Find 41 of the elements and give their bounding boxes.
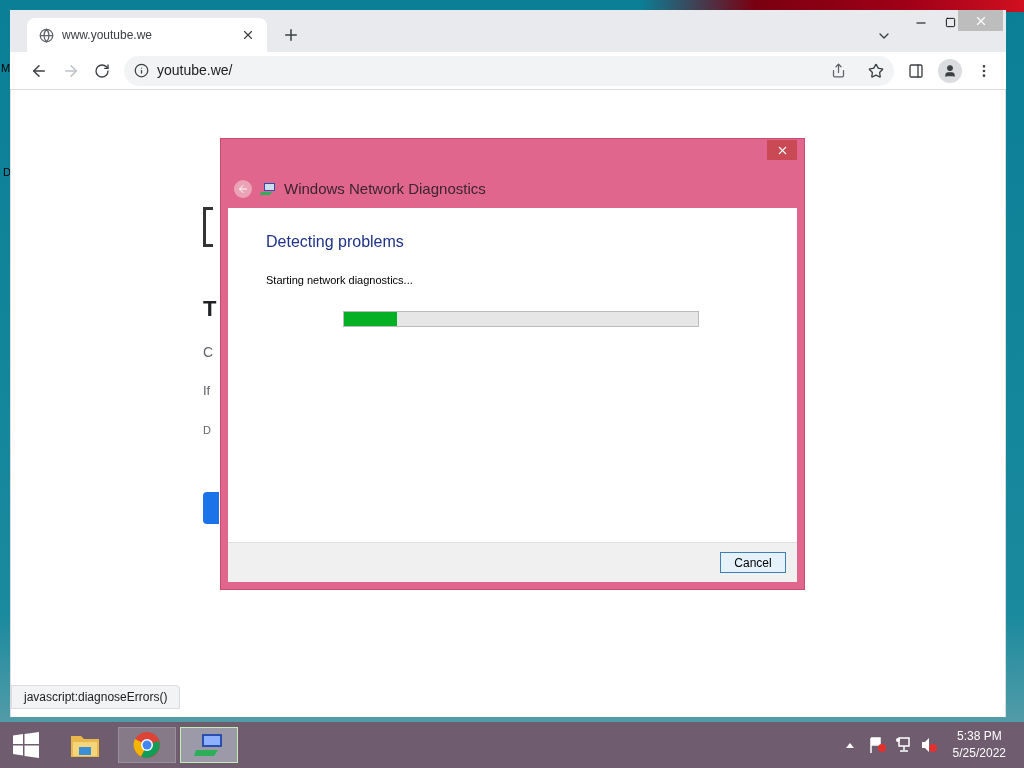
desktop-icon-label: D [3,165,11,180]
side-panel-icon[interactable] [908,62,924,79]
page-text: If [203,384,211,397]
page-text: C [203,345,214,359]
clock-time: 5:38 PM [956,728,1002,745]
close-icon[interactable] [241,28,255,42]
address-bar[interactable]: youtube.we/ [124,55,894,86]
back-icon [237,183,249,196]
browser-logo-icon [133,731,161,759]
network-error-icon[interactable] [894,737,913,753]
dialog-heading: Detecting problems [266,232,405,252]
dialog-title: Windows Network Diagnostics [284,179,486,199]
share-icon[interactable] [831,63,846,78]
globe-icon [39,27,54,43]
maximize-icon[interactable] [945,17,956,28]
speaker-muted-icon[interactable] [920,737,939,753]
bookmark-star-icon[interactable] [868,62,884,79]
taskbar-app[interactable] [118,727,176,763]
tab-title: www.youtube.we [62,27,154,44]
clock-date: 5/25/2022 [952,745,1006,762]
windows-logo-icon [13,732,39,758]
show-hidden-icons-icon[interactable] [845,742,854,748]
network-computer-icon [260,182,276,197]
close-dialog-button[interactable] [767,140,797,160]
url-text: youtube.we/ [157,61,234,80]
profile-avatar[interactable] [938,58,962,83]
cancel-button[interactable]: Cancel [720,552,786,573]
browser-tab[interactable]: www.youtube.we [27,18,267,52]
network-computer-icon [194,732,224,758]
page-box [203,207,213,247]
page-heading: T [203,298,217,320]
desktop-icon-label: M [1,61,11,76]
flag-error-icon[interactable] [868,737,887,753]
info-icon [134,63,149,78]
clock[interactable]: 5:38 PM 5/25/2022 [952,728,1006,762]
new-tab-icon[interactable] [282,26,300,44]
status-bubble: javascript:diagnoseErrors() [11,685,181,709]
person-icon [943,63,957,78]
page-text: D [203,425,211,436]
reload-icon[interactable] [94,62,110,79]
status-message: Starting network diagnostics... [266,273,414,288]
